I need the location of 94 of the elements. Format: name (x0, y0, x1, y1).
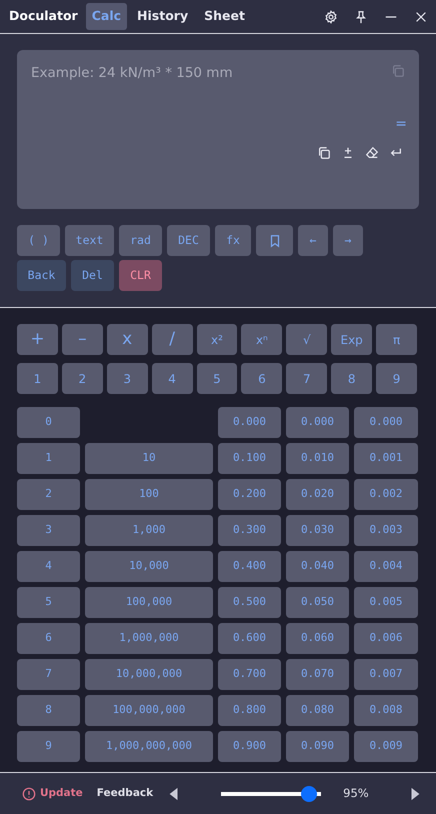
decimal-key[interactable]: 0.001 (354, 443, 418, 474)
power-key[interactable]: 1,000,000,000 (85, 731, 213, 762)
key-button[interactable]: Back (17, 260, 66, 291)
decimal-key[interactable]: 0.008 (354, 695, 418, 726)
clear-button[interactable]: CLR (119, 260, 162, 291)
power-key[interactable]: 1,000 (85, 515, 213, 546)
index-key[interactable]: 4 (17, 551, 80, 582)
decimal-key[interactable]: 0.040 (286, 551, 349, 582)
index-key[interactable]: 5 (17, 587, 80, 618)
decimal-key[interactable]: 0.600 (218, 623, 281, 654)
eraser-icon[interactable] (365, 146, 379, 160)
decimal-key[interactable]: 0.004 (354, 551, 418, 582)
key-button[interactable]: Del (71, 260, 114, 291)
key-button[interactable]: ( ) (17, 225, 60, 256)
decimal-key[interactable]: 0.000 (218, 407, 281, 438)
decimal-key[interactable]: 0.000 (286, 407, 349, 438)
decimal-key[interactable]: 0.030 (286, 515, 349, 546)
decimal-key[interactable]: 0.060 (286, 623, 349, 654)
slider-thumb[interactable] (301, 786, 318, 802)
power-key[interactable]: 100,000,000 (85, 695, 213, 726)
digit-key[interactable]: 3 (106, 363, 148, 394)
tab[interactable]: History (131, 3, 194, 30)
index-key[interactable]: 7 (17, 659, 80, 690)
feedback-link[interactable]: Feedback (96, 786, 154, 802)
decimal-key[interactable]: 0.400 (218, 551, 281, 582)
decimal-key[interactable]: 0.300 (218, 515, 281, 546)
pin-icon[interactable] (354, 10, 368, 24)
power-key[interactable]: 100 (85, 479, 213, 510)
decimal-key[interactable]: 0.003 (354, 515, 418, 546)
operator-key[interactable]: – (62, 324, 103, 355)
index-key[interactable]: 1 (17, 443, 80, 474)
tab[interactable]: Sheet (198, 3, 251, 30)
copy-icon[interactable] (317, 146, 331, 160)
power-key[interactable]: 10,000,000 (85, 659, 213, 690)
decimal-key[interactable]: 0.100 (218, 443, 281, 474)
digit-key[interactable]: 7 (286, 363, 328, 394)
decimal-key[interactable]: 0.050 (286, 587, 349, 618)
decimal-key[interactable]: 0.000 (354, 407, 418, 438)
index-key[interactable]: 8 (17, 695, 80, 726)
result-text: = (395, 115, 407, 134)
power-key[interactable]: 10 (85, 443, 213, 474)
decimal-key[interactable]: 0.007 (354, 659, 418, 690)
decimal-key[interactable]: 0.200 (218, 479, 281, 510)
decimal-key[interactable]: 0.070 (286, 659, 349, 690)
digit-key[interactable]: 6 (241, 363, 282, 394)
decimal-key[interactable]: 0.090 (286, 731, 349, 762)
decimal-key[interactable]: 0.006 (354, 623, 418, 654)
settings-icon[interactable] (324, 10, 338, 24)
decimal-key[interactable]: 0.080 (286, 695, 349, 726)
decimal-key[interactable]: 0.010 (286, 443, 349, 474)
power-key[interactable]: 10,000 (85, 551, 213, 582)
decimal-key[interactable]: 0.800 (218, 695, 281, 726)
tab[interactable]: Calc (86, 3, 128, 30)
operator-key[interactable]: π (376, 324, 417, 355)
bookmark-button[interactable] (256, 225, 293, 256)
power-key[interactable]: 100,000 (85, 587, 213, 618)
index-key[interactable]: 9 (17, 731, 80, 762)
index-key[interactable]: 6 (17, 623, 80, 654)
index-key[interactable]: 2 (17, 479, 80, 510)
digit-key[interactable]: 5 (196, 363, 238, 394)
operator-key[interactable]: x² (196, 324, 238, 355)
operator-key[interactable]: xⁿ (241, 324, 282, 355)
key-button[interactable]: rad (119, 225, 162, 256)
decimal-key[interactable]: 0.005 (354, 587, 418, 618)
digit-key[interactable]: 4 (152, 363, 193, 394)
decimal-key[interactable]: 0.020 (286, 479, 349, 510)
decimal-key[interactable]: 0.900 (218, 731, 281, 762)
decimal-key[interactable]: 0.700 (218, 659, 281, 690)
operator-key[interactable]: + (17, 324, 58, 355)
operator-key[interactable]: √ (286, 324, 328, 355)
key-button[interactable]: DEC (167, 225, 210, 256)
decimal-key[interactable]: 0.002 (354, 479, 418, 510)
digit-key[interactable]: 8 (331, 363, 372, 394)
close-icon[interactable] (414, 10, 428, 24)
update-link[interactable]: Update (22, 786, 83, 802)
digit-key[interactable]: 9 (376, 363, 417, 394)
index-key[interactable]: 0 (17, 407, 80, 438)
index-key[interactable]: 3 (17, 515, 80, 546)
decimal-key[interactable]: 0.009 (354, 731, 418, 762)
zoom-reading: 95% (343, 784, 369, 802)
operator-key[interactable]: / (152, 324, 193, 355)
key-button[interactable]: fx (215, 225, 251, 256)
digit-key[interactable]: 2 (62, 363, 103, 394)
app-title: Doculator (9, 7, 78, 26)
operator-key[interactable]: Exp (331, 324, 372, 355)
alert-icon (22, 786, 36, 800)
input-field[interactable]: Example: 24 kN/m³ * 150 mm (29, 62, 359, 84)
decimal-key[interactable]: 0.500 (218, 587, 281, 618)
key-button[interactable]: ← (298, 225, 328, 256)
operator-key[interactable]: x (106, 324, 148, 355)
power-key[interactable]: 1,000,000 (85, 623, 213, 654)
key-button[interactable]: text (65, 225, 114, 256)
digit-key[interactable]: 1 (17, 363, 58, 394)
key-button[interactable]: → (333, 225, 363, 256)
